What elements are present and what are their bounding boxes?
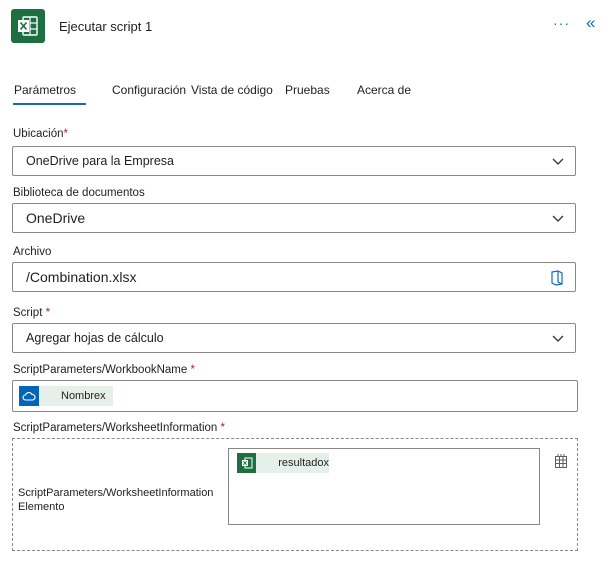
array-item-input[interactable]: resultado x bbox=[228, 448, 540, 525]
script-dropdown[interactable]: Agregar hojas de cálculo bbox=[12, 323, 576, 353]
onedrive-cloud-icon bbox=[19, 386, 39, 406]
library-value: OneDrive bbox=[26, 210, 86, 226]
worksheet-info-label: ScriptParameters/WorksheetInformation * bbox=[13, 422, 225, 434]
location-label: Ubicación* bbox=[13, 128, 68, 140]
file-picker-icon[interactable] bbox=[550, 270, 564, 286]
library-dropdown[interactable]: OneDrive bbox=[12, 203, 576, 233]
chevron-down-icon bbox=[552, 215, 564, 222]
tab-vista-de-codigo[interactable]: Vista de código bbox=[191, 83, 273, 97]
double-chevron-left-icon[interactable]: « bbox=[586, 13, 595, 33]
array-item-label: ScriptParameters/WorksheetInformation El… bbox=[18, 487, 214, 513]
location-dropdown[interactable]: OneDrive para la Empresa bbox=[12, 146, 576, 176]
switch-to-array-icon[interactable] bbox=[553, 453, 569, 474]
dynamic-content-token[interactable]: resultado x bbox=[237, 453, 329, 473]
file-value: /Combination.xlsx bbox=[26, 269, 137, 285]
script-label: Script * bbox=[13, 307, 51, 319]
tab-configuracion[interactable]: Configuración bbox=[112, 83, 186, 97]
required-mark: * bbox=[220, 422, 225, 434]
chevron-down-icon bbox=[552, 335, 564, 342]
workbook-name-label: ScriptParameters/WorkbookName * bbox=[13, 364, 195, 376]
required-mark: * bbox=[45, 307, 51, 319]
file-input[interactable]: /Combination.xlsx bbox=[12, 262, 576, 292]
required-mark: * bbox=[63, 128, 68, 140]
active-tab-indicator bbox=[13, 103, 86, 105]
excel-icon bbox=[237, 453, 257, 473]
file-label: Archivo bbox=[13, 246, 52, 258]
library-label: Biblioteca de documentos bbox=[13, 187, 145, 199]
token-label: Nombre bbox=[61, 390, 101, 402]
tab-pruebas[interactable]: Pruebas bbox=[285, 83, 330, 97]
location-value: OneDrive para la Empresa bbox=[26, 154, 174, 168]
workbook-name-input[interactable]: Nombre x bbox=[12, 380, 578, 412]
dynamic-content-token[interactable]: Nombre x bbox=[19, 386, 113, 406]
ellipsis-icon[interactable]: ··· bbox=[553, 15, 570, 31]
token-remove-icon[interactable]: x bbox=[324, 457, 330, 469]
action-title: Ejecutar script 1 bbox=[59, 19, 153, 34]
tab-parametros[interactable]: Parámetros bbox=[14, 83, 76, 97]
chevron-down-icon bbox=[552, 158, 564, 165]
tab-acerca-de[interactable]: Acerca de bbox=[357, 83, 411, 97]
excel-app-icon bbox=[11, 9, 45, 43]
script-value: Agregar hojas de cálculo bbox=[26, 331, 164, 345]
required-mark: * bbox=[190, 364, 195, 376]
token-label: resultado bbox=[278, 457, 324, 469]
token-remove-icon[interactable]: x bbox=[100, 390, 106, 402]
